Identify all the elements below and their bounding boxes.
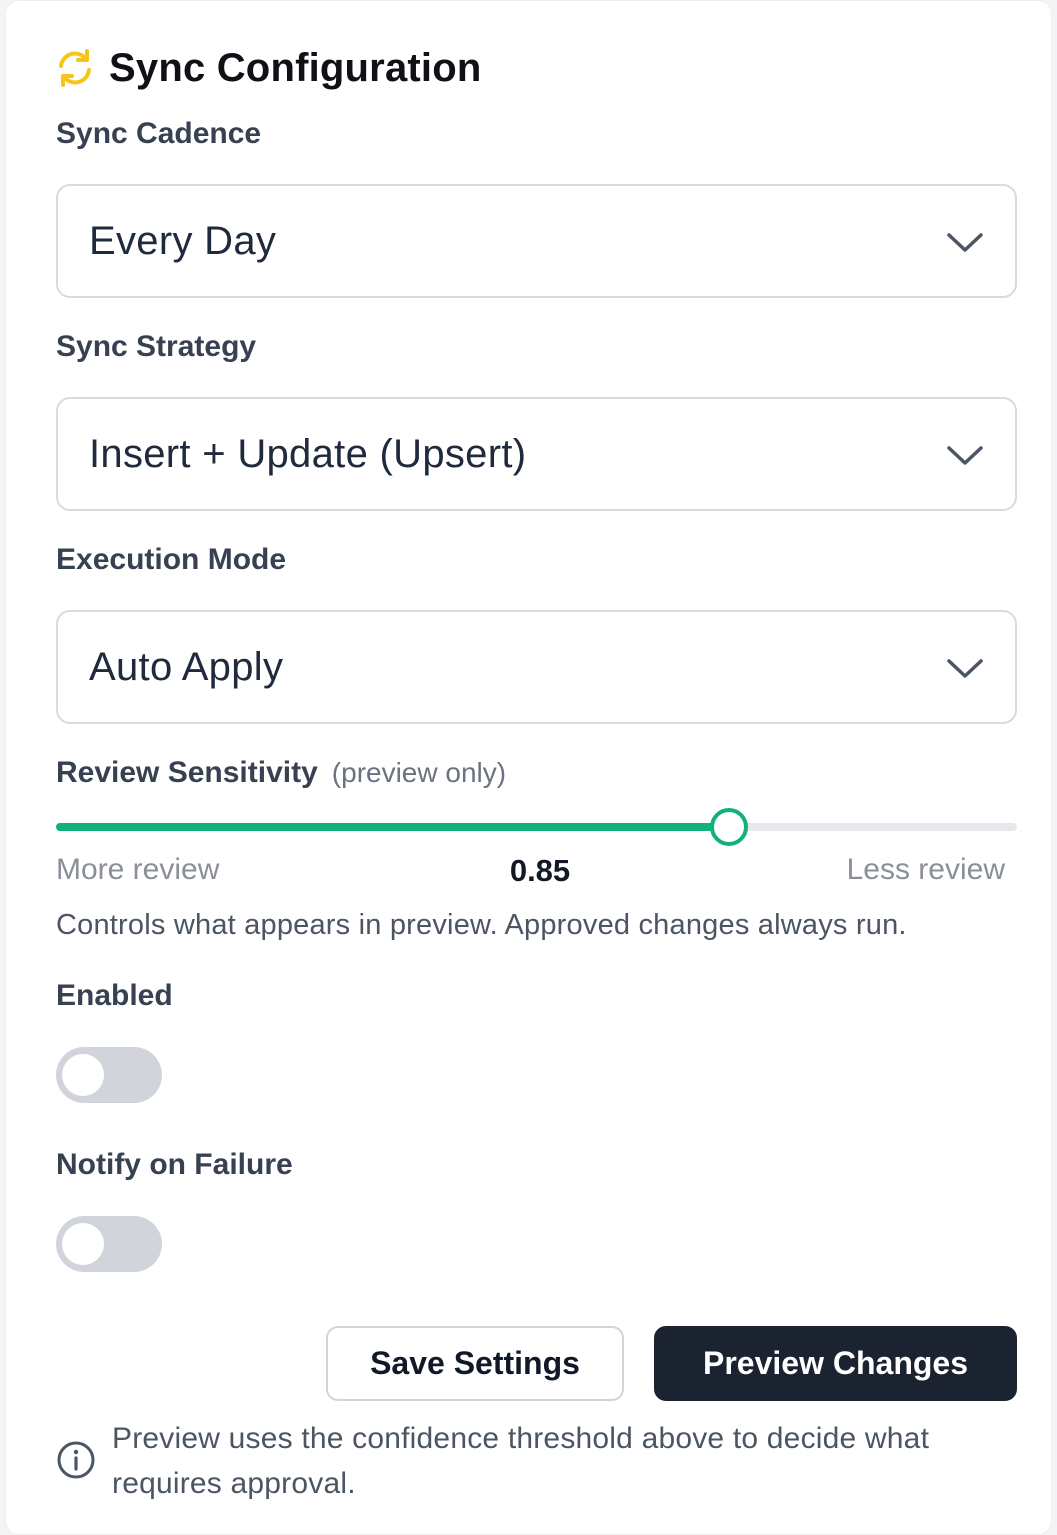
review-sensitivity-slider[interactable] bbox=[56, 806, 1017, 848]
sync-cadence-select[interactable]: Every Day bbox=[56, 184, 1017, 298]
footer-note: Preview uses the confidence threshold ab… bbox=[56, 1416, 1016, 1506]
refresh-icon bbox=[59, 49, 91, 87]
page-title: Sync Configuration bbox=[109, 45, 482, 90]
sync-cadence-value: Every Day bbox=[89, 218, 277, 263]
sensitivity-help-text: Controls what appears in preview. Approv… bbox=[56, 909, 907, 941]
toggle-knob bbox=[62, 1054, 104, 1096]
review-sensitivity-label: Review Sensitivity (preview only) bbox=[56, 756, 506, 790]
slider-thumb[interactable] bbox=[709, 808, 748, 846]
execution-mode-select[interactable]: Auto Apply bbox=[56, 610, 1017, 724]
slider-fill bbox=[56, 823, 729, 831]
sync-strategy-select[interactable]: Insert + Update (Upsert) bbox=[56, 397, 1017, 511]
slider-max-label: Less review bbox=[846, 853, 1005, 886]
info-icon bbox=[57, 1441, 95, 1479]
footer-note-text: Preview uses the confidence threshold ab… bbox=[112, 1422, 930, 1500]
chevron-down-icon bbox=[947, 233, 983, 252]
execution-mode-label: Execution Mode bbox=[56, 543, 287, 576]
preview-changes-button[interactable]: Preview Changes bbox=[654, 1326, 1017, 1401]
enabled-toggle[interactable] bbox=[56, 1047, 162, 1103]
chevron-down-icon bbox=[947, 446, 983, 465]
sync-strategy-value: Insert + Update (Upsert) bbox=[89, 431, 527, 476]
card-header: Sync Configuration bbox=[55, 45, 482, 91]
review-sensitivity-title: Review Sensitivity bbox=[56, 756, 318, 789]
chevron-down-icon bbox=[947, 659, 983, 678]
review-sensitivity-subtitle: (preview only) bbox=[331, 757, 507, 788]
save-settings-button[interactable]: Save Settings bbox=[326, 1326, 624, 1401]
notify-on-failure-label: Notify on Failure bbox=[56, 1148, 293, 1181]
enabled-label: Enabled bbox=[56, 979, 173, 1012]
sync-strategy-label: Sync Strategy bbox=[56, 330, 257, 363]
notify-on-failure-toggle[interactable] bbox=[56, 1216, 162, 1272]
execution-mode-value: Auto Apply bbox=[89, 644, 284, 689]
sync-configuration-card: Sync Configuration Sync Cadence Every Da… bbox=[5, 0, 1052, 1535]
sync-cadence-label: Sync Cadence bbox=[56, 117, 262, 150]
toggle-knob bbox=[62, 1223, 104, 1265]
